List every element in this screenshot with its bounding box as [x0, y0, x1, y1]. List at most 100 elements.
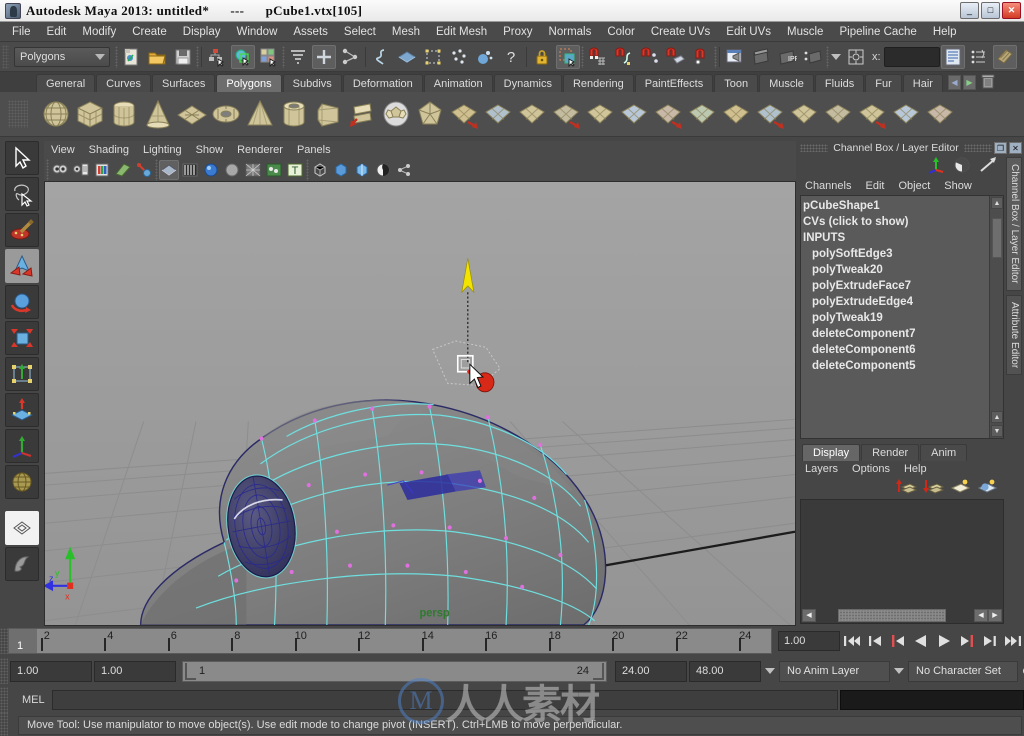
toggle-icon[interactable]: [373, 160, 393, 180]
maximize-button[interactable]: □: [981, 2, 1000, 19]
panel-grip-2[interactable]: [964, 144, 992, 152]
channelbox-row[interactable]: deleteComponent7: [803, 326, 1003, 342]
shelf-tab-dynamics[interactable]: Dynamics: [493, 74, 562, 92]
x-input-field[interactable]: [883, 46, 940, 67]
poly-helix-icon[interactable]: [346, 98, 378, 130]
shelf-tab-fluids[interactable]: Fluids: [814, 74, 865, 92]
menu-item-normals[interactable]: Normals: [541, 23, 600, 41]
dynamic-mask-icon[interactable]: [473, 45, 497, 69]
layer-scroll-left[interactable]: ◀: [802, 608, 816, 622]
undock-panel-button[interactable]: ❐: [994, 142, 1007, 154]
snap-grid-icon[interactable]: [585, 45, 609, 69]
character-set-field[interactable]: No Character Set: [908, 660, 1018, 682]
wireframe-on-shaded-icon[interactable]: [243, 160, 263, 180]
layer-tab-display[interactable]: Display: [802, 444, 861, 461]
command-line-grip[interactable]: [0, 687, 8, 713]
shelf-grip[interactable]: [8, 100, 28, 128]
lights-icon[interactable]: T: [285, 160, 305, 180]
statusline-grip[interactable]: [2, 44, 9, 69]
render-settings-icon[interactable]: [801, 45, 825, 69]
wireframe-shaded-icon[interactable]: [159, 160, 179, 180]
absolute-transform-icon[interactable]: [844, 45, 868, 69]
lock-selection-icon[interactable]: [530, 45, 554, 69]
share-icon[interactable]: [394, 160, 414, 180]
channelbox-menu-show[interactable]: Show: [937, 180, 979, 192]
poly-cube-icon[interactable]: [74, 98, 106, 130]
panel-grip[interactable]: [800, 144, 828, 152]
time-slider[interactable]: 1 2 4 6 8 10 12 14 16 18 20 22 24: [8, 628, 772, 654]
mel-input[interactable]: [52, 690, 838, 710]
menu-item-proxy[interactable]: Proxy: [495, 23, 540, 41]
channelbox-list[interactable]: pCubeShape1 CVs (click to show) INPUTS poly…: [800, 195, 1004, 439]
viewport-menu-show[interactable]: Show: [189, 144, 231, 156]
select-tool[interactable]: [5, 141, 39, 175]
viewport-3d[interactable]: y z x persp: [44, 181, 796, 626]
menu-item-edit-uvs[interactable]: Edit UVs: [718, 23, 779, 41]
layer-editor-toggle-icon[interactable]: [978, 156, 998, 177]
channelbox-row[interactable]: polyTweak19: [803, 310, 1003, 326]
play-forwards-icon[interactable]: [932, 630, 955, 652]
menu-item-edit[interactable]: Edit: [39, 23, 75, 41]
image-plane-icon[interactable]: [113, 160, 133, 180]
layer-list[interactable]: ◀ ◀ ▶: [800, 499, 1004, 624]
layer-menu-layers[interactable]: Layers: [798, 463, 845, 475]
scroll-up-arrow[interactable]: ▲: [991, 197, 1003, 209]
go-to-end-icon[interactable]: [1001, 630, 1024, 652]
shelf-next-icon[interactable]: ▶: [962, 75, 976, 90]
poly-uv-icon[interactable]: [856, 98, 888, 130]
poly-boolean-icon[interactable]: [516, 98, 548, 130]
layer-down-icon[interactable]: [976, 478, 998, 497]
viewport-menu-renderer[interactable]: Renderer: [230, 144, 290, 156]
lasso-tool[interactable]: [5, 177, 39, 211]
menu-item-window[interactable]: Window: [228, 23, 285, 41]
textured-icon[interactable]: [264, 160, 284, 180]
step-forward-key-icon[interactable]: [955, 630, 978, 652]
menu-item-assets[interactable]: Assets: [285, 23, 336, 41]
shelf-tab-muscle[interactable]: Muscle: [759, 74, 814, 92]
shelf-tab-subdivs[interactable]: Subdivs: [282, 74, 342, 92]
poly-pipe-icon[interactable]: [278, 98, 310, 130]
play-backwards-icon[interactable]: [909, 630, 932, 652]
auto-key-icon[interactable]: [1020, 660, 1024, 682]
playback-end-field[interactable]: 24.00: [615, 660, 687, 682]
channelbox-row[interactable]: polySoftEdge3: [803, 246, 1003, 262]
range-left-handle[interactable]: [185, 662, 196, 680]
range-right-handle[interactable]: [593, 662, 604, 680]
poly-bridge-icon[interactable]: [652, 98, 684, 130]
channelbox-menu-object[interactable]: Object: [891, 180, 937, 192]
shelf-tab-toon[interactable]: Toon: [714, 74, 759, 92]
layer-hscroll-thumb[interactable]: [838, 608, 946, 622]
channelbox-row[interactable]: CVs (click to show): [803, 214, 1003, 230]
poly-transfer-icon[interactable]: [924, 98, 956, 130]
scroll-down-arrow-1[interactable]: ▲: [991, 411, 1003, 423]
shelf-tab-deformation[interactable]: Deformation: [342, 74, 423, 92]
shelf-tab-curves[interactable]: Curves: [96, 74, 151, 92]
channelbox-row[interactable]: pCubeShape1: [803, 198, 1003, 214]
poly-sphere-icon[interactable]: [40, 98, 72, 130]
new-layer-empty-icon[interactable]: [922, 478, 945, 497]
channel-box-toggle-icon[interactable]: [992, 44, 1017, 69]
close-panel-button[interactable]: ✕: [1009, 142, 1022, 154]
shelf-tab-general[interactable]: General: [36, 74, 96, 92]
anim-layer-field[interactable]: No Anim Layer: [779, 660, 890, 682]
shelf-tab-rendering[interactable]: Rendering: [562, 74, 634, 92]
smooth-shade-selected-icon[interactable]: [201, 160, 221, 180]
help-mask-icon[interactable]: ?: [499, 45, 523, 69]
xray-icon[interactable]: [310, 160, 330, 180]
minimize-button[interactable]: _: [960, 2, 979, 19]
poly-append-icon[interactable]: [686, 98, 718, 130]
render-current-frame-icon[interactable]: [749, 45, 773, 69]
poly-mirror-icon[interactable]: [550, 98, 582, 130]
show-manipulator-tool[interactable]: [5, 429, 39, 463]
shelf-tab-fur[interactable]: Fur: [865, 74, 902, 92]
viewport-menu-panels[interactable]: Panels: [290, 144, 338, 156]
poly-smooth-icon[interactable]: [720, 98, 752, 130]
smooth-shade-all-icon[interactable]: [180, 160, 200, 180]
layer-menu-help[interactable]: Help: [897, 463, 934, 475]
channel-box-toggle-icon[interactable]: [926, 156, 946, 177]
playback-start-field[interactable]: 1.00: [94, 660, 176, 682]
channelbox-row[interactable]: polyExtrudeFace7: [803, 278, 1003, 294]
layer-tab-anim[interactable]: Anim: [920, 444, 968, 461]
viewport-menu-view[interactable]: View: [44, 144, 82, 156]
selection-mode-dropdown[interactable]: Polygons: [14, 46, 110, 67]
